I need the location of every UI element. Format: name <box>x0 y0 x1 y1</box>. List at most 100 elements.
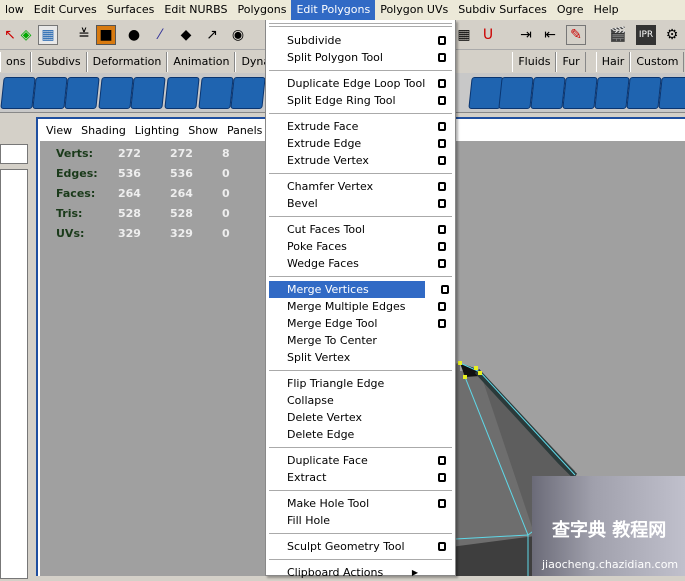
option-box-icon[interactable] <box>438 225 446 234</box>
shelf-tool-icon[interactable] <box>562 77 598 109</box>
menu-item-merge-to-center[interactable]: Merge To Center <box>269 332 452 349</box>
face-icon[interactable]: ◆ <box>176 25 196 45</box>
viewport-menu-panels[interactable]: Panels <box>227 124 262 137</box>
menu-polygons[interactable]: Polygons <box>232 0 291 20</box>
menu-item-chamfer-vertex[interactable]: Chamfer Vertex <box>269 178 452 195</box>
option-box-icon[interactable] <box>441 285 449 294</box>
shelf-tool-icon[interactable] <box>0 77 36 109</box>
option-box-icon[interactable] <box>438 96 446 105</box>
menu-item-duplicate-face[interactable]: Duplicate Face <box>269 452 452 469</box>
menu-help[interactable]: Help <box>589 0 624 20</box>
menu-item-flip-triangle-edge[interactable]: Flip Triangle Edge <box>269 375 452 392</box>
shelf-tool-icon[interactable] <box>164 77 200 109</box>
object-mode-icon[interactable]: ■ <box>96 25 116 45</box>
viewport-menu-view[interactable]: View <box>46 124 72 137</box>
menu-item-bevel[interactable]: Bevel <box>269 195 452 212</box>
menu-item-split-edge-ring-tool[interactable]: Split Edge Ring Tool <box>269 92 452 109</box>
magnet-icon[interactable]: U <box>478 25 498 45</box>
vertex-icon[interactable]: ● <box>124 25 144 45</box>
menu-item-sculpt-geometry-tool[interactable]: Sculpt Geometry Tool <box>269 538 452 555</box>
menu-item-delete-vertex[interactable]: Delete Vertex <box>269 409 452 426</box>
shelf-tool-icon[interactable] <box>98 77 134 109</box>
shelf-tool-icon[interactable] <box>198 77 234 109</box>
menu-item-subdivide[interactable]: Subdivide <box>269 32 452 49</box>
menu-item-fill-hole[interactable]: Fill Hole <box>269 512 452 529</box>
menu-edit-polygons[interactable]: Edit Polygons <box>291 0 376 20</box>
shelf-tab-ons[interactable]: ons <box>0 52 32 72</box>
option-box-icon[interactable] <box>438 319 446 328</box>
menu-item-poke-faces[interactable]: Poke Faces <box>269 238 452 255</box>
option-box-icon[interactable] <box>438 499 446 508</box>
menu-item-extrude-vertex[interactable]: Extrude Vertex <box>269 152 452 169</box>
option-box-icon[interactable] <box>438 79 446 88</box>
viewport-menu-lighting[interactable]: Lighting <box>135 124 179 137</box>
menu-surfaces[interactable]: Surfaces <box>102 0 160 20</box>
curve-icon[interactable]: ↗ <box>202 25 222 45</box>
edge-icon[interactable]: ⁄ <box>150 25 170 45</box>
input-icon[interactable]: ⇥ <box>516 25 536 45</box>
option-box-icon[interactable] <box>438 36 446 45</box>
tear-off-handle[interactable] <box>269 23 452 27</box>
option-box-icon[interactable] <box>438 242 446 251</box>
option-box-icon[interactable] <box>438 456 446 465</box>
menu-item-extrude-edge[interactable]: Extrude Edge <box>269 135 452 152</box>
shelf-tab-animation[interactable]: Animation <box>167 52 236 72</box>
menu-item-merge-multiple-edges[interactable]: Merge Multiple Edges <box>269 298 452 315</box>
shelf-tool-icon[interactable] <box>230 77 266 109</box>
render-icon[interactable]: 🎬 <box>608 25 628 45</box>
shelf-tool-icon[interactable] <box>530 77 566 109</box>
menu-item-split-polygon-tool[interactable]: Split Polygon Tool <box>269 49 452 66</box>
shelf-tool-icon[interactable] <box>64 77 100 109</box>
menu-subdiv-surfaces[interactable]: Subdiv Surfaces <box>453 0 552 20</box>
menu-item-wedge-faces[interactable]: Wedge Faces <box>269 255 452 272</box>
shelf-tool-icon[interactable] <box>594 77 630 109</box>
shelf-tab-custom[interactable]: Custom <box>630 52 685 72</box>
menu-item-extrude-face[interactable]: Extrude Face <box>269 118 452 135</box>
menu-polygon-uvs[interactable]: Polygon UVs <box>375 0 453 20</box>
menu-edit-nurbs[interactable]: Edit NURBS <box>159 0 232 20</box>
menu-ogre[interactable]: Ogre <box>552 0 589 20</box>
shelf-tab-hair[interactable]: Hair <box>595 52 631 72</box>
option-box-icon[interactable] <box>438 199 446 208</box>
shelf-tool-icon[interactable] <box>626 77 662 109</box>
viewport-menu-shading[interactable]: Shading <box>81 124 126 137</box>
snap-icon[interactable]: ≚ <box>74 25 94 45</box>
viewport-menu-show[interactable]: Show <box>188 124 218 137</box>
menu-item-split-vertex[interactable]: Split Vertex <box>269 349 452 366</box>
shelf-tab-fluids[interactable]: Fluids <box>512 52 557 72</box>
menu-item-merge-edge-tool[interactable]: Merge Edge Tool <box>269 315 452 332</box>
option-box-icon[interactable] <box>438 259 446 268</box>
select-component-icon[interactable]: ▦ <box>38 25 58 45</box>
option-box-icon[interactable] <box>438 139 446 148</box>
option-box-icon[interactable] <box>438 182 446 191</box>
menu-edit-curves[interactable]: Edit Curves <box>29 0 102 20</box>
menu-item-delete-edge[interactable]: Delete Edge <box>269 426 452 443</box>
option-box-icon[interactable] <box>438 302 446 311</box>
menu-item-extract[interactable]: Extract <box>269 469 452 486</box>
menu-low[interactable]: low <box>0 0 29 20</box>
left-list[interactable] <box>0 169 28 579</box>
select-hierarchy-icon[interactable]: ◈ <box>16 25 36 45</box>
menu-item-cut-faces-tool[interactable]: Cut Faces Tool <box>269 221 452 238</box>
shelf-tool-icon[interactable] <box>658 77 685 109</box>
shelf-tab-fur[interactable]: Fur <box>556 52 586 72</box>
shelf-tab-subdivs[interactable]: Subdivs <box>31 52 87 72</box>
menu-item-merge-vertices[interactable]: Merge Vertices <box>269 281 449 298</box>
render-settings-icon[interactable]: ⚙ <box>662 25 682 45</box>
option-box-icon[interactable] <box>438 156 446 165</box>
option-box-icon[interactable] <box>438 542 446 551</box>
output-icon[interactable]: ⇤ <box>540 25 560 45</box>
point-icon[interactable]: ◉ <box>228 25 248 45</box>
option-box-icon[interactable] <box>438 53 446 62</box>
shelf-tool-icon[interactable] <box>130 77 166 109</box>
history-icon[interactable]: ✎ <box>566 25 586 45</box>
menu-item-duplicate-edge-loop-tool[interactable]: Duplicate Edge Loop Tool <box>269 75 452 92</box>
option-box-icon[interactable] <box>438 473 446 482</box>
ipr-render-icon[interactable]: IPR <box>636 25 656 45</box>
shelf-tab-deformation[interactable]: Deformation <box>86 52 168 72</box>
option-box-icon[interactable] <box>438 122 446 131</box>
shelf-tool-icon[interactable] <box>32 77 68 109</box>
menu-item-collapse[interactable]: Collapse <box>269 392 452 409</box>
menu-item-make-hole-tool[interactable]: Make Hole Tool <box>269 495 452 512</box>
left-field[interactable] <box>0 144 28 164</box>
